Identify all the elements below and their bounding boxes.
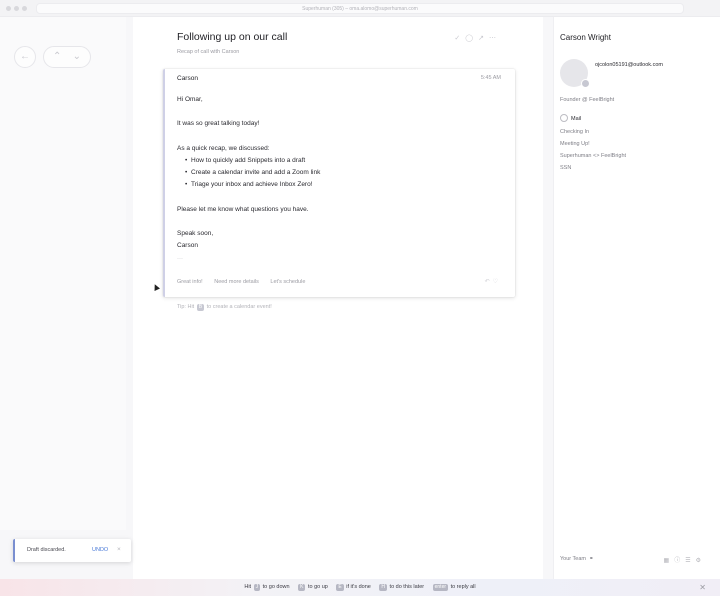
check-icon[interactable]: ✓ [454,35,465,42]
body-line: As a quick recap, we discussed: [177,144,270,152]
contact-email[interactable]: ojcolon05191@outlook.com [595,62,663,68]
contact-name: Carson Wright [560,33,611,42]
card-actions: ↶♡ [485,278,501,285]
close-icon[interactable]: × [117,546,121,553]
heart-icon[interactable]: ♡ [493,279,501,285]
message-card[interactable]: Carson 5:45 AM Hi Omar, It was so great … [163,69,515,297]
sidebar-footer-icons: ▦ⓘ☰⚙ [664,555,706,564]
arrow-left-icon: ← [20,51,30,62]
undo-button[interactable]: UNDO [92,547,108,553]
quick-replies: Great info! Need more details Let's sche… [177,279,315,285]
recent-threads: Checking In Meeting Up! Superhuman <> Fe… [560,126,626,174]
draft-discarded-toast: Draft discarded. UNDO × [13,539,131,562]
zoom-window-dot[interactable] [22,6,27,11]
close-icon[interactable]: ✕ [699,579,706,596]
thread-link[interactable]: SSN [560,162,626,174]
list-item: Triage your inbox and achieve Inbox Zero… [185,179,497,191]
keyboard-key: B [196,304,205,311]
thread-link[interactable]: Checking In [560,126,626,138]
left-column: ← ⌃ ⌄ [0,17,126,530]
chevron-down-icon[interactable]: ⌄ [73,51,81,62]
tip-text: Tip: Hit B to create a calendar event! [177,304,272,311]
settings-icon[interactable]: ⚙ [696,558,706,564]
reply-icon[interactable]: ↶ [485,279,493,285]
clock-icon[interactable]: ◯ [465,35,478,42]
keyboard-key: J [253,584,261,591]
close-window-dot[interactable] [6,6,11,11]
list-item: How to quickly add Snippets into a draft [185,155,497,167]
message-body: Hi Omar, It was so great talking today! … [177,94,497,265]
window-titlebar: Superhuman (305) – oma.alomo@superhuman.… [0,0,720,17]
email-pane: Following up on our call Recap of call w… [133,17,543,579]
show-trimmed-button[interactable]: ··· [177,253,497,265]
keyboard-key: enter [432,584,449,591]
minimize-window-dot[interactable] [14,6,19,11]
keyboard-key: K [298,584,306,591]
back-button[interactable]: ← [14,46,36,68]
signoff: Speak soon, [177,230,214,238]
message-sender: Carson [177,75,198,82]
email-subject: Following up on our call [177,31,288,43]
list-item: Create a calendar invite and add a Zoom … [185,167,497,179]
help-icon[interactable]: ⓘ [674,558,685,564]
shortcut-hint-bar: Hit J to go down K to go up E if it's do… [0,579,720,596]
signature: Carson [177,242,198,250]
email-subtitle: Recap of call with Carson [177,49,240,55]
quick-reply-button[interactable]: Let's schedule [270,279,305,285]
mail-section-header: Mail [560,114,581,122]
chevron-up-icon[interactable]: ⌃ [53,51,61,62]
quick-reply-button[interactable]: Great info! [177,279,203,285]
toast-message: Draft discarded. [27,547,66,553]
thread-link[interactable]: Superhuman <> FeelBright [560,150,626,162]
body-line: Please let me know what questions you ha… [177,205,309,213]
contact-role: Founder @ FeelBright [560,97,615,103]
thread-nav-buttons[interactable]: ⌃ ⌄ [43,46,91,68]
more-icon[interactable]: ⋯ [489,35,501,42]
your-team-button[interactable]: Your Team ⚭ [560,556,594,562]
keyboard-key: H [379,584,388,591]
contact-sidebar: Carson Wright ojcolon05191@outlook.com F… [553,17,720,579]
mail-icon [560,114,568,122]
quick-reply-button[interactable]: Need more details [214,279,259,285]
keyboard-key: E [336,584,344,591]
thread-link[interactable]: Meeting Up! [560,138,626,150]
body-line: It was so great talking today! [177,120,260,128]
recap-list: How to quickly add Snippets into a draft… [177,155,497,192]
list-icon[interactable]: ☰ [685,558,695,564]
greeting: Hi Omar, [177,96,203,103]
email-actions: ✓◯↗⋯ [454,34,501,42]
message-time: 5:45 AM [480,75,501,81]
share-icon[interactable]: ↗ [478,35,489,42]
calendar-icon[interactable]: ▦ [664,558,675,564]
social-badge-icon [581,79,590,88]
url-bar[interactable]: Superhuman (305) – oma.alomo@superhuman.… [36,3,684,14]
add-person-icon: ⚭ [587,556,594,562]
